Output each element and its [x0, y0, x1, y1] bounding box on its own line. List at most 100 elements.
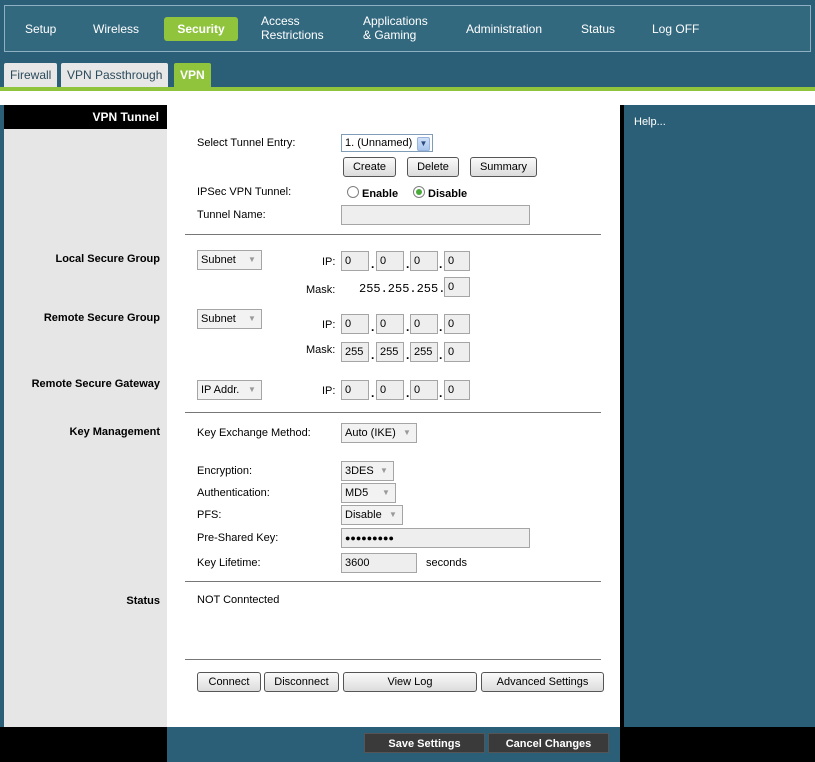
cancel-changes-button[interactable]: Cancel Changes — [488, 733, 609, 753]
local-ip-label: IP: — [322, 256, 336, 268]
remote-mask-label: Mask: — [306, 344, 336, 356]
gateway-type-select[interactable]: IP Addr. ▼ — [197, 380, 262, 400]
subtab-vpn[interactable]: VPN — [174, 63, 211, 87]
gateway-ip-label: IP: — [322, 385, 336, 397]
nav-applications-gaming[interactable]: Applications & Gaming — [363, 14, 439, 42]
nav-access-restrictions[interactable]: Access Restrictions — [261, 14, 341, 42]
section-divider — [185, 659, 601, 660]
chevron-down-icon: ▼ — [380, 466, 388, 475]
gateway-ip-octet-3[interactable]: 0 — [410, 380, 438, 400]
authentication-select[interactable]: MD5 ▼ — [341, 483, 396, 503]
nav-setup[interactable]: Setup — [25, 22, 56, 36]
octet-separator: . — [439, 320, 443, 334]
key-lifetime-unit: seconds — [426, 557, 467, 569]
disconnect-button[interactable]: Disconnect — [264, 672, 339, 692]
select-tunnel-entry-label: Select Tunnel Entry: — [197, 137, 296, 149]
local-ip-octet-4[interactable]: 0 — [444, 251, 470, 271]
encryption-select[interactable]: 3DES ▼ — [341, 461, 394, 481]
save-settings-button[interactable]: Save Settings — [364, 733, 485, 753]
local-mask-last-octet[interactable]: 0 — [444, 277, 470, 297]
gateway-ip-octet-2[interactable]: 0 — [376, 380, 404, 400]
key-lifetime-input[interactable]: 3600 — [341, 553, 417, 573]
pfs-value: Disable — [345, 509, 382, 521]
chevron-down-icon: ▼ — [403, 428, 411, 437]
authentication-label: Authentication: — [197, 487, 270, 499]
remote-ip-octet-1[interactable]: 0 — [341, 314, 369, 334]
connection-status-value: NOT Conntected — [197, 594, 280, 606]
octet-separator: . — [371, 386, 375, 400]
disable-radio-label: Disable — [428, 188, 468, 200]
remote-ip-octet-2[interactable]: 0 — [376, 314, 404, 334]
vpn-tunnel-header: VPN Tunnel — [4, 105, 167, 129]
section-labels-column: VPN Tunnel — [4, 105, 167, 727]
key-exchange-method-value: Auto (IKE) — [345, 427, 396, 439]
section-divider — [185, 581, 601, 582]
encryption-label: Encryption: — [197, 465, 253, 477]
remote-secure-group-label: Remote Secure Group — [43, 312, 160, 324]
octet-separator: . — [406, 320, 410, 334]
key-exchange-method-select[interactable]: Auto (IKE) ▼ — [341, 423, 417, 443]
ipsec-vpn-tunnel-label: IPSec VPN Tunnel: — [197, 186, 292, 198]
chevron-down-icon: ▼ — [248, 385, 256, 394]
authentication-value: MD5 — [345, 487, 369, 499]
view-log-button[interactable]: View Log — [343, 672, 477, 692]
remote-group-type-select[interactable]: Subnet ▼ — [197, 309, 262, 329]
nav-security[interactable]: Security — [164, 17, 238, 41]
gateway-type-value: IP Addr. — [201, 384, 240, 396]
local-mask-fixed: 255.255.255. — [359, 282, 446, 296]
tunnel-name-input[interactable] — [341, 205, 530, 225]
nav-wireless[interactable]: Wireless — [93, 22, 139, 36]
enable-radio-label: Enable — [362, 188, 399, 200]
local-ip-octet-3[interactable]: 0 — [410, 251, 438, 271]
octet-separator: . — [406, 257, 410, 271]
key-exchange-method-label: Key Exchange Method: — [197, 427, 311, 439]
pre-shared-key-input[interactable]: ●●●●●●●●● — [341, 528, 530, 548]
octet-separator: . — [371, 348, 375, 362]
remote-mask-octet-4[interactable]: 0 — [444, 342, 470, 362]
nav-status[interactable]: Status — [581, 22, 615, 36]
summary-button[interactable]: Summary — [470, 157, 537, 177]
pre-shared-key-label: Pre-Shared Key: — [197, 532, 279, 544]
status-label: Status — [126, 595, 160, 607]
local-ip-octet-2[interactable]: 0 — [376, 251, 404, 271]
remote-secure-gateway-label: Remote Secure Gateway — [31, 378, 160, 390]
tunnel-entry-value: 1. (Unnamed) — [345, 137, 413, 149]
create-button[interactable]: Create — [343, 157, 396, 177]
local-group-type-select[interactable]: Subnet ▼ — [197, 250, 262, 270]
remote-mask-octet-2[interactable]: 255 — [376, 342, 404, 362]
remote-mask-octet-3[interactable]: 255 — [410, 342, 438, 362]
octet-separator: . — [439, 386, 443, 400]
chevron-down-icon: ▼ — [248, 255, 256, 264]
octet-separator: . — [439, 348, 443, 362]
gateway-ip-octet-1[interactable]: 0 — [341, 380, 369, 400]
disable-radio[interactable] — [413, 186, 425, 198]
delete-button[interactable]: Delete — [407, 157, 459, 177]
nav-administration[interactable]: Administration — [466, 22, 542, 36]
pfs-label: PFS: — [197, 509, 222, 521]
local-ip-octet-1[interactable]: 0 — [341, 251, 369, 271]
help-link[interactable]: Help... — [634, 116, 666, 128]
enable-radio[interactable] — [347, 186, 359, 198]
remote-mask-octet-1[interactable]: 255 — [341, 342, 369, 362]
local-group-type-value: Subnet — [201, 254, 236, 266]
octet-separator: . — [406, 348, 410, 362]
advanced-settings-button[interactable]: Advanced Settings — [481, 672, 604, 692]
connect-button[interactable]: Connect — [197, 672, 261, 692]
chevron-down-icon: ▼ — [382, 488, 390, 497]
pfs-select[interactable]: Disable ▼ — [341, 505, 403, 525]
remote-ip-octet-4[interactable]: 0 — [444, 314, 470, 334]
nav-log-off[interactable]: Log OFF — [652, 22, 699, 36]
subtab-firewall[interactable]: Firewall — [4, 63, 58, 87]
encryption-value: 3DES — [345, 465, 374, 477]
remote-ip-label: IP: — [322, 319, 336, 331]
tunnel-entry-select[interactable]: 1. (Unnamed) ▼ — [341, 134, 433, 152]
remote-group-type-value: Subnet — [201, 313, 236, 325]
subtab-vpn-passthrough[interactable]: VPN Passthrough — [61, 63, 169, 87]
octet-separator: . — [371, 320, 375, 334]
remote-ip-octet-3[interactable]: 0 — [410, 314, 438, 334]
octet-separator: . — [439, 257, 443, 271]
tunnel-name-label: Tunnel Name: — [197, 209, 266, 221]
chevron-down-icon: ▼ — [248, 314, 256, 323]
chevron-down-icon: ▼ — [389, 510, 397, 519]
gateway-ip-octet-4[interactable]: 0 — [444, 380, 470, 400]
